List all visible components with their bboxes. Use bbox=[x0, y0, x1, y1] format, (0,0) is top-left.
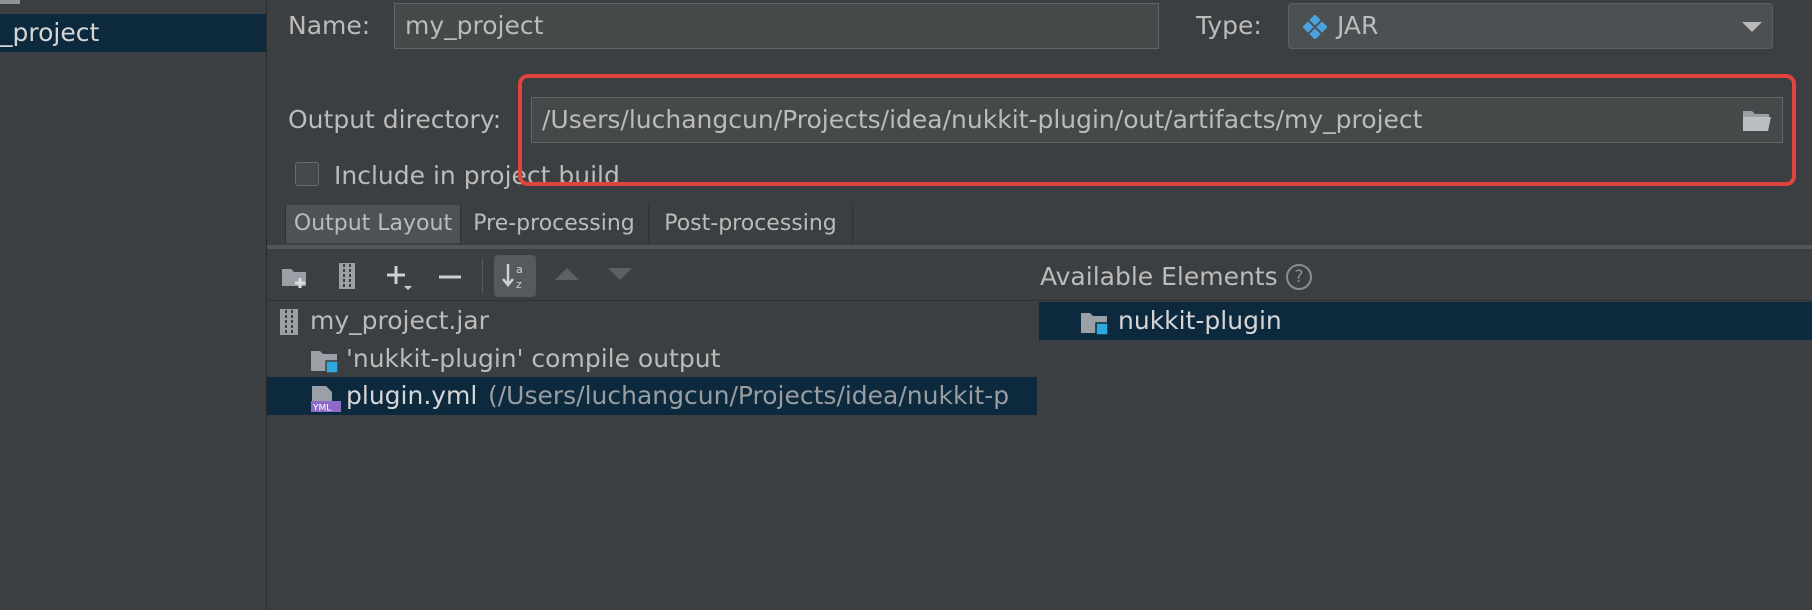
tab-bar: Output Layout Pre-processing Post-proces… bbox=[267, 205, 1812, 245]
type-label: Type: bbox=[1196, 11, 1262, 40]
tab-post-processing[interactable]: Post-processing bbox=[649, 205, 853, 243]
move-up-icon[interactable] bbox=[553, 264, 581, 284]
create-directory-icon[interactable] bbox=[280, 262, 310, 292]
available-divider bbox=[1037, 300, 1812, 301]
help-icon[interactable]: ? bbox=[1286, 264, 1312, 290]
output-directory-value: /Users/luchangcun/Projects/idea/nukkit-p… bbox=[542, 105, 1423, 134]
svg-text:z: z bbox=[516, 278, 522, 291]
svg-text:YML: YML bbox=[312, 404, 331, 413]
tab-pre-processing[interactable]: Pre-processing bbox=[460, 205, 649, 243]
type-value: JAR bbox=[1337, 11, 1379, 40]
list-scroll-stub bbox=[0, 0, 20, 4]
name-input[interactable]: my_project bbox=[394, 3, 1159, 49]
sort-alphabetically-button[interactable]: a z bbox=[494, 255, 536, 297]
artifact-list-item[interactable]: _project bbox=[0, 14, 266, 52]
jar-diamond-icon bbox=[1303, 15, 1327, 39]
name-label: Name: bbox=[288, 11, 371, 40]
tree-node-label: my_project.jar bbox=[310, 306, 489, 335]
tree-divider bbox=[267, 300, 1037, 301]
module-folder-icon bbox=[1081, 313, 1109, 336]
add-icon[interactable] bbox=[384, 262, 414, 292]
toolbar-separator bbox=[482, 258, 483, 294]
tree-node-label: 'nukkit-plugin' compile output bbox=[346, 344, 721, 373]
tree-node-plugin-yml[interactable]: YML plugin.yml (/Users/luchangcun/Projec… bbox=[310, 377, 1037, 415]
type-dropdown[interactable]: JAR bbox=[1288, 3, 1773, 49]
include-in-build-label: Include in project build bbox=[334, 161, 620, 190]
artifacts-list bbox=[0, 0, 267, 610]
available-elements-title: Available Elements bbox=[1040, 262, 1278, 291]
archive-icon[interactable] bbox=[332, 261, 362, 291]
sort-alphabetically-icon: a z bbox=[502, 263, 523, 291]
jar-archive-icon bbox=[280, 309, 298, 335]
output-directory-label: Output directory: bbox=[288, 105, 502, 134]
tab-divider bbox=[267, 245, 1812, 249]
include-in-build-checkbox[interactable] bbox=[295, 162, 319, 186]
tree-node-path: (/Users/luchangcun/Projects/idea/nukkit-… bbox=[488, 381, 1010, 410]
tab-output-layout[interactable]: Output Layout bbox=[285, 205, 461, 243]
tree-node-label: plugin.yml bbox=[346, 381, 478, 410]
available-node-label: nukkit-plugin bbox=[1118, 306, 1282, 335]
svg-text:a: a bbox=[516, 263, 523, 276]
move-down-icon[interactable] bbox=[606, 264, 634, 284]
remove-icon[interactable] bbox=[435, 262, 465, 292]
module-folder-icon bbox=[311, 351, 339, 374]
output-directory-input[interactable]: /Users/luchangcun/Projects/idea/nukkit-p… bbox=[531, 97, 1783, 143]
chevron-down-icon bbox=[1742, 22, 1762, 32]
browse-folder-icon[interactable] bbox=[1742, 108, 1772, 132]
yml-file-icon: YML bbox=[311, 386, 341, 413]
